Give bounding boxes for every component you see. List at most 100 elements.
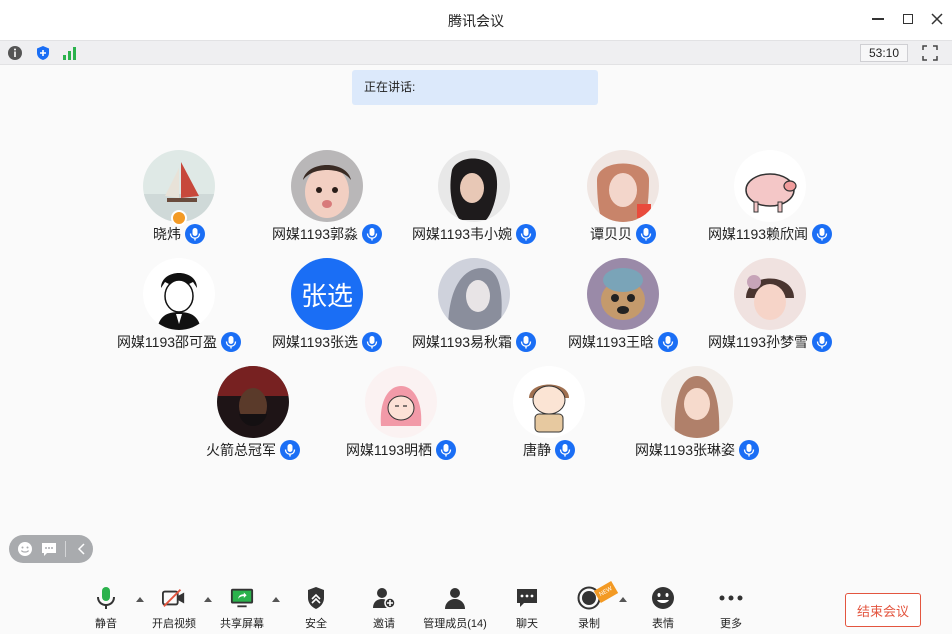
reactions-button[interactable]: 表情 xyxy=(628,586,698,632)
avatar xyxy=(734,258,806,330)
mic-status-icon xyxy=(555,440,575,460)
mic-icon xyxy=(189,228,201,241)
fullscreen-icon[interactable] xyxy=(922,45,938,61)
participant-name: 网媒1193郭淼 xyxy=(271,226,359,242)
emoji-icon xyxy=(651,586,675,610)
mic-icon xyxy=(284,444,296,457)
close-icon xyxy=(931,13,943,25)
participant-name: 网媒1193易秋霜 xyxy=(411,334,513,350)
avatar xyxy=(734,150,806,222)
maximize-icon xyxy=(903,14,913,24)
avatar xyxy=(365,366,437,438)
participant-name-row: 网媒1193赖欣闻 xyxy=(680,224,860,244)
members-icon xyxy=(443,586,467,610)
participant-name: 网媒1193张琳姿 xyxy=(634,442,736,458)
participant-name: 火箭总冠军 xyxy=(206,442,276,458)
maximize-button[interactable] xyxy=(897,8,919,30)
participant-name: 网媒1193赖欣闻 xyxy=(707,226,809,242)
title-bar: 腾讯会议 xyxy=(0,0,952,40)
mic-icon xyxy=(816,336,828,349)
share-screen-icon xyxy=(230,586,254,610)
mic-status-icon xyxy=(185,224,205,244)
chat-button[interactable]: 聊天 xyxy=(492,586,562,632)
minimize-button[interactable] xyxy=(867,8,889,30)
mic-status-icon xyxy=(636,224,656,244)
record-options-caret[interactable] xyxy=(619,597,627,602)
info-icon[interactable] xyxy=(7,45,23,61)
mic-status-icon xyxy=(362,224,383,244)
speaking-banner: 正在讲话: xyxy=(352,70,598,105)
mic-icon xyxy=(816,228,828,241)
participant-name: 网媒1193明栖 xyxy=(345,442,433,458)
participant-name: 网媒1193韦小婉 xyxy=(411,226,513,242)
participant-name: 唐静 xyxy=(523,442,551,458)
avatar xyxy=(438,150,510,222)
floating-toolbar xyxy=(9,535,93,563)
mic-status-icon xyxy=(812,332,833,352)
avatar xyxy=(661,366,733,438)
avatar xyxy=(587,258,659,330)
mic-icon xyxy=(366,228,378,241)
avatar xyxy=(143,258,215,330)
mic-status-icon xyxy=(436,440,457,460)
meeting-toolbar: 静音 开启视频 共享屏幕 安全 邀请 管理成员(14) 聊天 录制 表情 更多 xyxy=(0,580,952,634)
participant-name-row: 网媒1193张琳姿 xyxy=(607,440,787,460)
mic-icon xyxy=(366,336,378,349)
mic-icon xyxy=(662,336,674,349)
signal-icon[interactable] xyxy=(62,45,78,61)
minimize-icon xyxy=(872,18,884,20)
mic-icon xyxy=(440,444,452,457)
share-options-caret[interactable] xyxy=(272,597,280,602)
start-video-button[interactable]: 开启视频 xyxy=(139,586,209,632)
participant-tile[interactable]: 网媒1193赖欣闻 xyxy=(680,150,860,250)
manage-members-button[interactable]: 管理成员(14) xyxy=(420,586,490,632)
add-user-icon xyxy=(372,586,396,610)
participant-name: 网媒1193王晗 xyxy=(567,334,655,350)
more-button[interactable]: 更多 xyxy=(696,586,766,632)
mute-button[interactable]: 静音 xyxy=(71,586,141,632)
participant-name: 网媒1193孙梦雪 xyxy=(707,334,809,350)
share-screen-button[interactable]: 共享屏幕 xyxy=(207,586,277,632)
participant-name-row: 网媒1193孙梦雪 xyxy=(680,332,860,352)
invite-button[interactable]: 邀请 xyxy=(349,586,419,632)
avatar xyxy=(513,366,585,438)
mic-status-icon xyxy=(280,440,300,460)
close-button[interactable] xyxy=(926,8,948,30)
avatar xyxy=(291,150,363,222)
chat-bubble-icon[interactable] xyxy=(41,541,57,557)
participant-name: 网媒1193张选 xyxy=(271,334,359,350)
participant-name: 网媒1193邵可盈 xyxy=(116,334,218,350)
microphone-icon xyxy=(94,586,118,610)
end-meeting-button[interactable]: 结束会议 xyxy=(845,593,921,627)
divider xyxy=(65,541,66,557)
window-title: 腾讯会议 xyxy=(448,13,504,29)
mic-status-icon xyxy=(739,440,760,460)
avatar: 张选 xyxy=(291,258,363,330)
mic-icon xyxy=(520,336,532,349)
mic-icon xyxy=(640,228,652,241)
mic-icon xyxy=(225,336,237,349)
participant-tile[interactable]: 网媒1193孙梦雪 xyxy=(680,258,860,358)
meeting-timer: 53:10 xyxy=(860,44,908,62)
avatar xyxy=(587,150,659,222)
avatar xyxy=(217,366,289,438)
participant-name: 晓炜 xyxy=(153,226,181,242)
smile-icon[interactable] xyxy=(17,541,33,557)
camera-off-icon xyxy=(162,586,186,610)
mic-status-icon xyxy=(812,224,833,244)
more-dots-icon xyxy=(719,586,743,610)
security-shield-icon xyxy=(304,586,328,610)
participant-tile[interactable]: 网媒1193张琳姿 xyxy=(607,366,787,466)
mic-icon xyxy=(559,444,571,457)
chevron-left-icon[interactable] xyxy=(74,541,90,557)
mic-status-icon xyxy=(362,332,383,352)
avatar xyxy=(438,258,510,330)
status-bar: 53:10 xyxy=(0,40,952,65)
participant-name: 谭贝贝 xyxy=(590,226,632,242)
security-button[interactable]: 安全 xyxy=(281,586,351,632)
chat-icon xyxy=(515,586,539,610)
mic-icon xyxy=(520,228,532,241)
mic-icon xyxy=(743,444,755,457)
mic-status-icon xyxy=(658,332,679,352)
shield-icon[interactable] xyxy=(35,45,51,61)
